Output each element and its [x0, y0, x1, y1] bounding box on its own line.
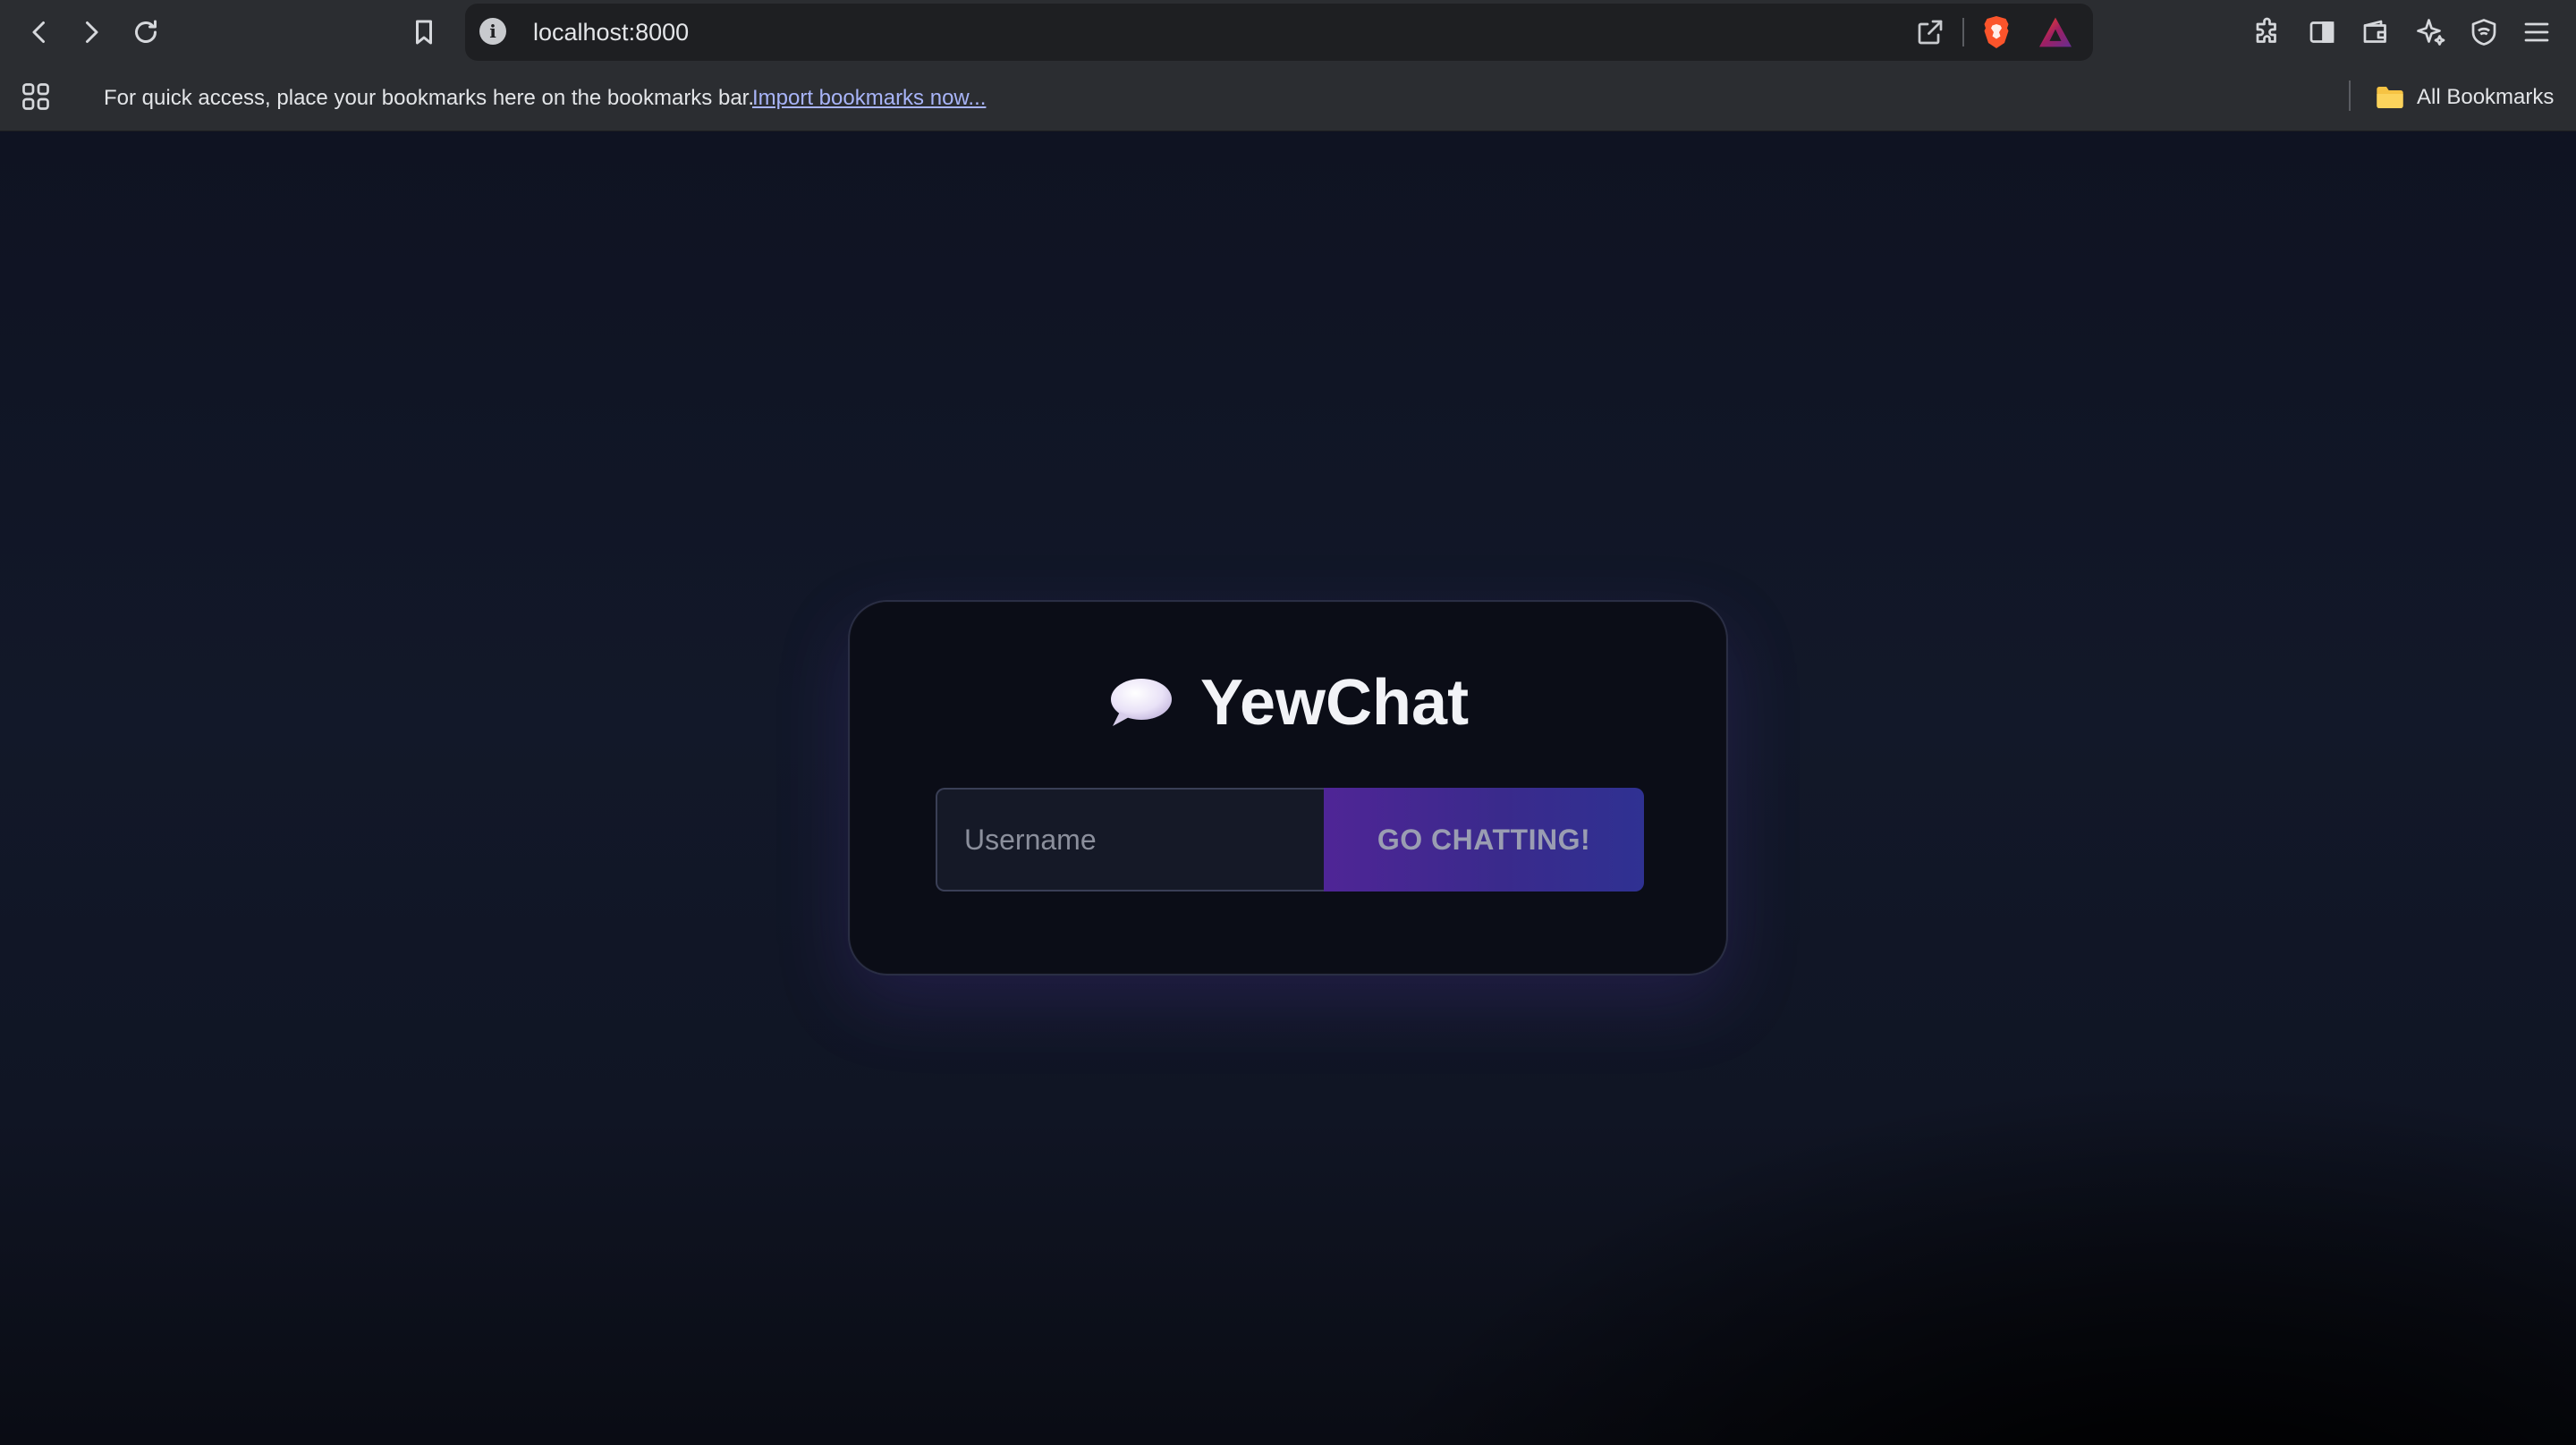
apps-grid-icon[interactable] [20, 80, 52, 113]
sidebar-button[interactable] [2304, 14, 2340, 50]
address-bar-divider [1962, 18, 1964, 46]
extensions-button[interactable] [2250, 14, 2286, 50]
login-card: YewChat GO CHATTING! [848, 600, 1728, 976]
brave-rewards-icon[interactable] [2038, 16, 2073, 48]
forward-button[interactable] [72, 13, 111, 52]
reload-button[interactable] [126, 13, 165, 52]
url-text[interactable]: localhost:8000 [533, 19, 689, 46]
back-button[interactable] [20, 13, 59, 52]
browser-toolbar: i localhost:8000 [0, 0, 2576, 64]
hamburger-menu-icon [2524, 22, 2549, 42]
app-title: YewChat [1199, 667, 1470, 739]
bookmark-icon [416, 20, 432, 45]
login-form: GO CHATTING! [936, 788, 1644, 892]
wallet-icon [2363, 20, 2386, 43]
bookmarks-bar-message: For quick access, place your bookmarks h… [104, 86, 755, 110]
main-menu-button[interactable] [2519, 14, 2555, 50]
app-header: YewChat [850, 666, 1726, 739]
bookmark-page-button[interactable] [404, 13, 444, 52]
bookmarks-bar: For quick access, place your bookmarks h… [0, 64, 2576, 131]
folder-icon [2377, 87, 2403, 108]
all-bookmarks-button[interactable]: All Bookmarks [2376, 82, 2554, 113]
chevron-right-icon [86, 21, 98, 43]
sidebar-icon [2309, 21, 2334, 43]
import-bookmarks-link[interactable]: Import bookmarks now... [752, 86, 986, 111]
wallet-button[interactable] [2358, 14, 2394, 50]
site-info-icon[interactable]: i [479, 18, 506, 45]
shield-icon [2471, 19, 2496, 46]
bookmarks-separator [2349, 80, 2351, 111]
speech-bubble-icon [1110, 679, 1172, 726]
address-bar[interactable]: i localhost:8000 [465, 4, 2093, 61]
reload-icon [135, 20, 157, 43]
puzzle-icon [2256, 17, 2276, 43]
username-input[interactable] [936, 788, 1324, 892]
share-icon[interactable] [1914, 16, 1946, 48]
page-content: YewChat GO CHATTING! [0, 131, 2576, 1445]
brave-shields-icon[interactable] [1980, 14, 2012, 50]
sparkle-icon [2417, 19, 2445, 46]
chevron-left-icon [32, 21, 45, 43]
all-bookmarks-label: All Bookmarks [2417, 85, 2555, 109]
vpn-button[interactable] [2466, 14, 2502, 50]
go-chatting-button[interactable]: GO CHATTING! [1324, 788, 1644, 892]
leo-ai-button[interactable] [2412, 14, 2448, 50]
